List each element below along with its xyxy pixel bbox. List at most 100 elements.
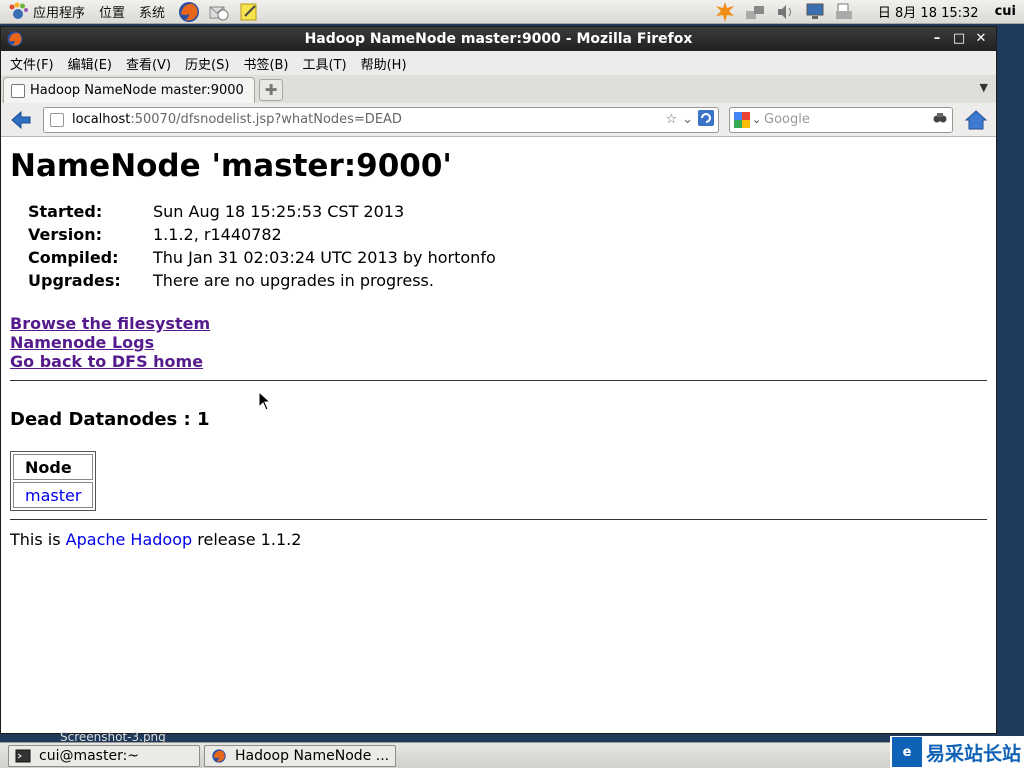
info-key: Compiled: bbox=[28, 248, 119, 267]
menu-file[interactable]: 文件(F) bbox=[3, 54, 61, 73]
info-key: Upgrades: bbox=[28, 271, 121, 290]
firefox-icon bbox=[179, 1, 200, 22]
system-menu[interactable]: 系统 bbox=[132, 0, 172, 24]
volume-icon[interactable] bbox=[774, 1, 796, 23]
mail-clock-icon bbox=[209, 6, 229, 20]
applications-menu[interactable]: 应用程序 bbox=[0, 0, 92, 24]
firefox-icon bbox=[212, 748, 226, 763]
chevron-down-icon[interactable]: ▼ bbox=[980, 81, 988, 94]
terminal-icon bbox=[15, 749, 31, 762]
maximize-button[interactable]: □ bbox=[948, 29, 970, 49]
info-row: Upgrades: There are no upgrades in progre… bbox=[28, 271, 496, 294]
namenode-logs-link[interactable]: Namenode Logs bbox=[10, 333, 987, 352]
info-value: 1.1.2, r1440782 bbox=[153, 225, 282, 244]
footer-prefix: This is bbox=[10, 530, 66, 549]
taskbar-item-label: cui@master:~ bbox=[39, 747, 140, 764]
nav-links: Browse the filesystem Namenode Logs Go b… bbox=[10, 314, 987, 371]
info-value: Thu Jan 31 02:03:24 UTC 2013 by hortonfo bbox=[153, 248, 496, 267]
menu-view[interactable]: 查看(V) bbox=[119, 54, 178, 73]
info-value: There are no upgrades in progress. bbox=[153, 271, 434, 290]
url-host: localhost bbox=[72, 112, 131, 127]
back-button[interactable] bbox=[7, 106, 35, 134]
url-bar[interactable]: localhost:50070/dfsnodelist.jsp?whatNode… bbox=[43, 106, 719, 133]
tab-hadoop-namenode[interactable]: Hadoop NameNode master:9000 bbox=[3, 77, 255, 103]
menu-edit[interactable]: 编辑(E) bbox=[61, 54, 119, 73]
chevron-down-icon: ⌄ bbox=[752, 113, 762, 126]
network-icon[interactable] bbox=[744, 1, 766, 23]
places-menu-label: 位置 bbox=[99, 6, 126, 21]
watermark-logo-icon: e bbox=[892, 737, 922, 767]
search-input[interactable] bbox=[764, 112, 932, 127]
firefox-icon bbox=[6, 30, 24, 48]
firefox-launcher[interactable] bbox=[176, 0, 202, 24]
taskbar-item-firefox[interactable]: Hadoop NameNode ... bbox=[204, 744, 396, 767]
new-tab-button[interactable]: ✚ bbox=[259, 79, 283, 101]
browse-filesystem-link[interactable]: Browse the filesystem bbox=[10, 314, 987, 333]
tab-label: Hadoop NameNode master:9000 bbox=[30, 83, 244, 98]
home-button[interactable] bbox=[963, 107, 989, 133]
watermark: e 易采站长站 bbox=[890, 736, 1024, 768]
url-path: :50070/dfsnodelist.jsp?whatNodes=DEAD bbox=[130, 112, 402, 127]
bookmark-star-icon[interactable]: ☆ bbox=[665, 112, 677, 127]
dfs-home-link[interactable]: Go back to DFS home bbox=[10, 352, 987, 371]
column-header-node: Node bbox=[13, 454, 94, 480]
info-key: Started: bbox=[28, 202, 103, 221]
menu-history[interactable]: 历史(S) bbox=[178, 54, 236, 73]
minimize-button[interactable]: – bbox=[926, 29, 948, 49]
footer-text: This is Apache Hadoop release 1.1.2 bbox=[10, 530, 987, 549]
mouse-cursor-icon bbox=[258, 391, 272, 411]
info-row: Started: Sun Aug 18 15:25:53 CST 2013 bbox=[28, 202, 496, 225]
menu-bookmarks[interactable]: 书签(B) bbox=[236, 54, 295, 73]
window-title: Hadoop NameNode master:9000 - Mozilla Fi… bbox=[304, 31, 693, 47]
mail-launcher[interactable] bbox=[206, 0, 232, 24]
places-menu[interactable]: 位置 bbox=[92, 0, 132, 24]
top-panel: 应用程序 位置 系统 日 8月 18 15:32 cui bbox=[0, 0, 1024, 24]
divider bbox=[10, 519, 987, 520]
user-menu[interactable]: cui bbox=[991, 4, 1024, 19]
page-title: NameNode 'master:9000' bbox=[10, 148, 452, 184]
search-engine-selector[interactable]: ⌄ bbox=[734, 111, 764, 128]
divider bbox=[10, 380, 987, 381]
notepad-icon bbox=[240, 3, 257, 20]
display-icon[interactable] bbox=[804, 1, 826, 23]
clock[interactable]: 日 8月 18 15:32 bbox=[860, 2, 991, 21]
apache-hadoop-link[interactable]: Apache Hadoop bbox=[66, 530, 193, 549]
menu-tools[interactable]: 工具(T) bbox=[296, 54, 354, 73]
menu-bar: 文件(F) 编辑(E) 查看(V) 历史(S) 书签(B) 工具(T) 帮助(H… bbox=[1, 51, 996, 75]
taskbar-item-label: Hadoop NameNode ... bbox=[235, 747, 390, 764]
namenode-info-table: Started: Sun Aug 18 15:25:53 CST 2013 Ver… bbox=[28, 202, 496, 294]
text-editor-launcher[interactable] bbox=[236, 0, 262, 24]
info-value: Sun Aug 18 15:25:53 CST 2013 bbox=[153, 202, 405, 221]
page-content: NameNode 'master:9000' Started: Sun Aug 1… bbox=[1, 138, 996, 733]
table-cell: master bbox=[13, 482, 94, 508]
table-header-row: Node bbox=[13, 454, 94, 480]
update-notifier-icon[interactable] bbox=[714, 1, 736, 23]
info-row: Compiled: Thu Jan 31 02:03:24 UTC 2013 by… bbox=[28, 248, 496, 271]
info-row: Version: 1.1.2, r1440782 bbox=[28, 225, 496, 248]
back-arrow-icon bbox=[11, 110, 31, 129]
menu-help[interactable]: 帮助(H) bbox=[354, 54, 414, 73]
system-tray: 日 8月 18 15:32 cui bbox=[710, 1, 1024, 23]
search-icon[interactable] bbox=[932, 110, 948, 130]
window-titlebar[interactable]: Hadoop NameNode master:9000 - Mozilla Fi… bbox=[1, 27, 996, 51]
taskbar-item-terminal[interactable]: cui@master:~ bbox=[8, 744, 200, 767]
close-button[interactable]: ✕ bbox=[970, 29, 992, 49]
dead-nodes-table: Node master bbox=[10, 451, 97, 511]
google-icon bbox=[734, 111, 750, 128]
site-identity-icon[interactable] bbox=[50, 112, 64, 127]
page-favicon-icon bbox=[11, 83, 25, 98]
search-bar: ⌄ bbox=[729, 106, 953, 133]
navigation-toolbar: localhost:50070/dfsnodelist.jsp?whatNode… bbox=[1, 103, 996, 137]
applications-menu-label: 应用程序 bbox=[33, 6, 86, 21]
tab-bar: Hadoop NameNode master:9000 ✚ ▼ bbox=[1, 75, 996, 103]
reload-icon[interactable] bbox=[698, 109, 714, 130]
system-menu-label: 系统 bbox=[139, 6, 166, 21]
chevron-down-icon[interactable]: ⌄ bbox=[682, 112, 693, 127]
node-link-master[interactable]: master bbox=[25, 486, 81, 505]
gnome-foot-icon bbox=[7, 1, 29, 23]
firefox-window: Hadoop NameNode master:9000 - Mozilla Fi… bbox=[0, 26, 997, 734]
table-row: master bbox=[13, 482, 94, 508]
dead-datanodes-heading: Dead Datanodes : 1 bbox=[10, 409, 210, 430]
printer-icon[interactable] bbox=[834, 1, 856, 23]
footer-suffix: release 1.1.2 bbox=[192, 530, 302, 549]
